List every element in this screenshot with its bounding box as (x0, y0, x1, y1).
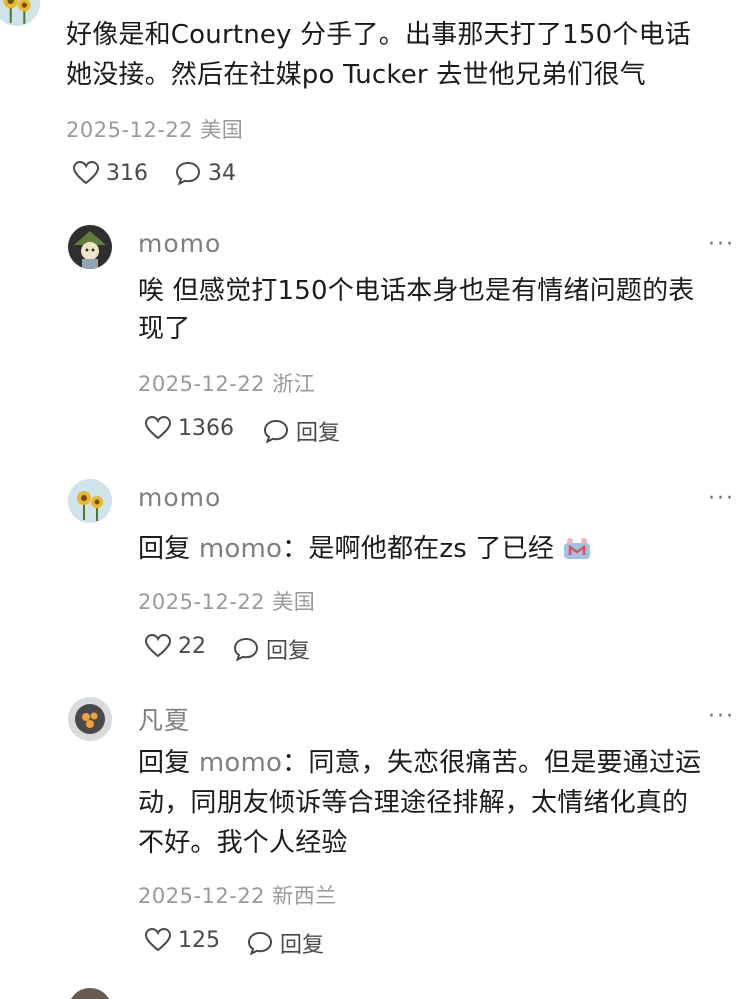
reply-1-reply-label: 回复 (296, 421, 341, 446)
reply-2-text: ：是啊他都在zs 了已经 (282, 534, 555, 564)
comment-thread: 好像是和Courtney 分手了。出事那天打了150个电话 她没接。然后在社媒p… (0, 0, 750, 999)
reply-1-line-2: 现了 (138, 314, 191, 344)
heart-icon (144, 927, 172, 952)
reply-3-location: 新西兰 (272, 884, 337, 908)
reply-1-meta: 2025-12-22 浙江 (138, 368, 315, 398)
reply-3-text: ：同意，失恋很痛苦。但是要通过运 (282, 748, 702, 778)
comment-bubble-icon (263, 419, 289, 444)
top-comment-button[interactable]: 34 (174, 160, 236, 186)
reply-3-more-button[interactable]: ··· (708, 704, 735, 729)
reply-2-location: 美国 (272, 590, 316, 614)
sunflower-avatar-icon (68, 479, 112, 523)
reply-3-like-count: 125 (178, 927, 220, 953)
reply-2-like-button[interactable]: 22 (144, 633, 206, 659)
reply-1-date: 2025-12-22 (138, 372, 266, 396)
reply-2-reply-prefix: 回复 (138, 534, 199, 564)
reply-3-line-1: 回复 momo：同意，失恋很痛苦。但是要通过运 (138, 744, 701, 782)
reply-3-meta: 2025-12-22 新西兰 (138, 880, 337, 910)
top-comment-date: 2025-12-22 (66, 118, 194, 142)
reply-2-reply-button[interactable]: 回复 (232, 633, 310, 665)
reply-1-more-button[interactable]: ··· (708, 232, 735, 257)
heart-icon (72, 160, 100, 185)
food-avatar-icon (68, 697, 112, 741)
reply-3-reply-label: 回复 (280, 933, 325, 958)
reply-4-avatar[interactable] (68, 988, 112, 999)
reply-2-line-1: 回复 momo：是啊他都在zs 了已经 (138, 530, 592, 568)
reply-1-line-1: 唉 但感觉打150个电话本身也是有情绪问题的表 (138, 276, 695, 306)
sunflower-avatar-icon (0, 0, 40, 26)
reply-2-meta: 2025-12-22 美国 (138, 586, 315, 616)
reply-2-reply-label: 回复 (266, 639, 311, 664)
reply-1-location: 浙江 (272, 372, 316, 396)
reply-2-more-button[interactable]: ··· (708, 486, 735, 511)
reply-3-username[interactable]: 凡夏 (138, 701, 190, 737)
reply-3-line-2: 动，同朋友倾诉等合理途径排解，太情绪化真的 (138, 788, 689, 818)
reply-1-avatar[interactable] (68, 225, 112, 269)
reply-2-avatar[interactable] (68, 479, 112, 523)
reply-1-like-button[interactable]: 1366 (144, 415, 234, 441)
reply-3-date: 2025-12-22 (138, 884, 266, 908)
avatar-top[interactable] (0, 0, 40, 26)
reply-1-username[interactable]: momo (138, 229, 221, 258)
reply-3-line-3: 不好。我个人经验 (138, 828, 348, 858)
reply-2-username[interactable]: momo (138, 483, 221, 512)
top-like-button[interactable]: 316 (72, 160, 148, 186)
reply-1-reply-button[interactable]: 回复 (262, 415, 340, 447)
reply-2-like-count: 22 (178, 633, 206, 659)
heart-icon (144, 415, 172, 440)
reply-3-reply-prefix: 回复 (138, 748, 199, 778)
avatar-icon (68, 988, 112, 999)
top-like-count: 316 (106, 160, 148, 186)
top-comment-line-1: 好像是和Courtney 分手了。出事那天打了150个电话 (66, 20, 691, 50)
dumbbell-emoji-icon (564, 538, 591, 559)
reply-2-date: 2025-12-22 (138, 590, 266, 614)
reply-3-like-button[interactable]: 125 (144, 927, 220, 953)
comment-bubble-icon (233, 637, 259, 662)
reply-2-mention[interactable]: momo (199, 534, 282, 564)
reply-3-avatar[interactable] (68, 697, 112, 741)
top-comment-location: 美国 (200, 118, 244, 142)
character-avatar-icon (68, 225, 112, 269)
reply-1-like-count: 1366 (178, 415, 234, 441)
reply-3-mention[interactable]: momo (199, 748, 282, 778)
top-comment-count: 34 (208, 160, 236, 186)
top-comment-meta: 2025-12-22 美国 (66, 114, 243, 144)
comment-bubble-icon (175, 161, 201, 186)
reply-3-reply-button[interactable]: 回复 (246, 927, 324, 959)
comment-bubble-icon (247, 931, 273, 956)
top-comment-line-2: 她没接。然后在社媒po Tucker 去世他兄弟们很气 (66, 60, 646, 90)
heart-icon (144, 633, 172, 658)
